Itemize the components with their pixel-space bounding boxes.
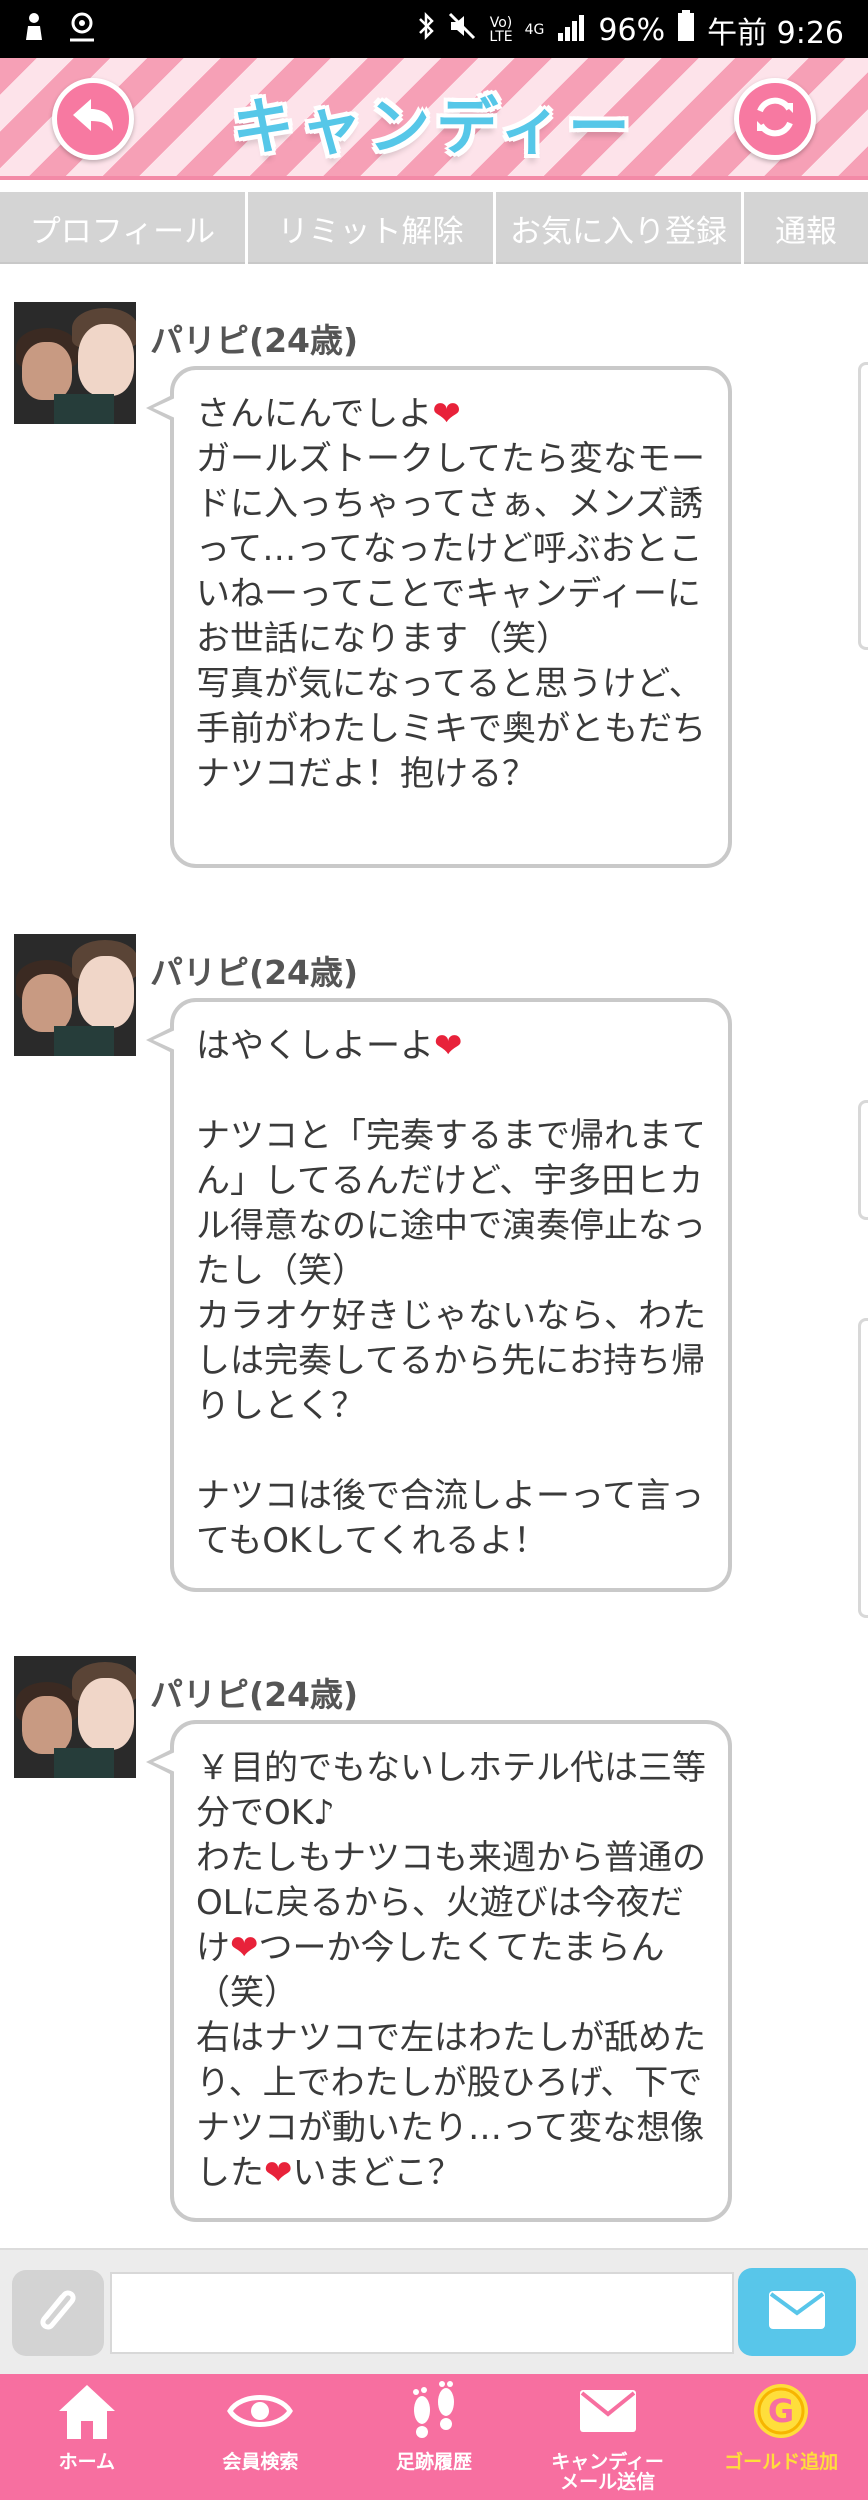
nav-candy-mail[interactable]: キャンディー メール送信 [521, 2374, 695, 2500]
tab-add-favorite[interactable]: お気に入り登録 [496, 192, 744, 264]
nav-label: ゴールド追加 [724, 2451, 839, 2473]
nav-label: ホーム [58, 2451, 116, 2473]
bottom-nav: ホーム 会員検索 足跡履歴 キャンディー メール送信 G ゴールド追加 [0, 2374, 868, 2500]
nav-footprints[interactable]: 足跡履歴 [347, 2374, 521, 2500]
app-header: キャンディー [0, 58, 868, 180]
eye-icon [227, 2389, 294, 2437]
footprints-icon [406, 2380, 462, 2446]
gold-coin-icon: G [751, 2381, 811, 2445]
nav-label: 足跡履歴 [395, 2451, 472, 2473]
nav-home[interactable]: ホーム [0, 2374, 174, 2500]
network-type: 4G [524, 22, 545, 38]
tab-limit-release[interactable]: リミット解除 [248, 192, 496, 264]
signal-icon [556, 11, 586, 49]
tab-profile[interactable]: プロフィール [0, 192, 248, 264]
bluetooth-icon [417, 11, 435, 49]
message-bubble: ￥目的でもないしホテル代は三等分でOK♪ わたしもナツコも来週から普通のOLに戻… [146, 1720, 732, 2222]
right-edge-bubble [858, 362, 868, 650]
right-edge-bubble [858, 1100, 868, 1220]
action-tabs: プロフィール リミット解除 お気に入り登録 通報 [0, 192, 868, 264]
mute-icon [447, 11, 477, 49]
tab-report[interactable]: 通報 [744, 192, 868, 264]
svg-text:G: G [768, 2392, 794, 2430]
message-bubble: さんにんでしよ❤ ガールズトークしてたら変なモードに入っちゃってさぁ、メンズ誘っ… [146, 366, 732, 868]
person-notification-icon [22, 12, 50, 44]
status-bar: Vo) LTE 4G 96% 午前 9:26 [0, 0, 868, 58]
sender-name: パリピ(24歳) [150, 953, 359, 992]
message-bubble: はやくしよーよ❤ ナツコと「完奏するまで帰れまてん」してるんだけど、宇多田ヒカル… [146, 998, 732, 1592]
nav-add-gold[interactable]: G ゴールド追加 [694, 2374, 868, 2500]
nav-label: キャンディー メール送信 [551, 2451, 664, 2493]
clock: 午前 9:26 [707, 16, 844, 51]
send-button[interactable] [738, 2268, 856, 2356]
paperclip-icon [32, 2283, 84, 2343]
refresh-icon [749, 91, 801, 147]
avatar[interactable] [14, 1656, 136, 1778]
heart-emoji: ❤ [434, 1026, 463, 1066]
refresh-button[interactable] [734, 78, 816, 160]
home-icon [55, 2381, 119, 2445]
battery-percent: 96% [598, 12, 666, 48]
message-input-bar [0, 2248, 868, 2374]
location-notification-icon [68, 12, 96, 44]
battery-icon [677, 10, 695, 50]
heart-emoji: ❤ [264, 2153, 293, 2193]
heart-emoji: ❤ [432, 394, 461, 434]
avatar[interactable] [14, 302, 136, 424]
message-input[interactable] [110, 2272, 734, 2354]
avatar[interactable] [14, 934, 136, 1056]
right-edge-bubble [858, 1318, 868, 1618]
sender-name: パリピ(24歳) [150, 321, 359, 360]
nav-label: 会員検索 [222, 2451, 299, 2473]
sender-name: パリピ(24歳) [150, 1675, 359, 1714]
mail-icon [578, 2388, 638, 2438]
volte-indicator: Vo) LTE [489, 15, 513, 45]
heart-emoji: ❤ [230, 1928, 259, 1968]
nav-member-search[interactable]: 会員検索 [174, 2374, 348, 2500]
attach-button[interactable] [12, 2270, 104, 2356]
envelope-icon [767, 2289, 827, 2335]
